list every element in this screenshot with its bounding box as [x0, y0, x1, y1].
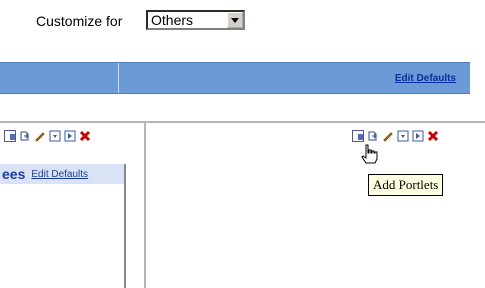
layout-header-bar: Edit Defaults [0, 62, 470, 94]
add-portlets-icon[interactable] [352, 130, 364, 142]
right-portlet-toolbar [352, 130, 439, 142]
left-portlet-toolbar [4, 130, 91, 142]
section-separator [0, 121, 485, 123]
add-portlets-tooltip: Add Portlets [368, 174, 444, 196]
add-portlets-icon[interactable] [4, 130, 16, 142]
edit-defaults-link[interactable]: Edit Defaults [395, 73, 456, 84]
left-portlet-border [124, 164, 126, 288]
minimize-icon[interactable] [397, 130, 409, 142]
column-divider [144, 123, 146, 288]
customize-selected-value: Others [151, 12, 194, 28]
left-portlet-title-bar: ees Edit Defaults [0, 164, 124, 184]
dropdown-arrow-icon[interactable] [227, 12, 243, 28]
left-portlet-title: ees [2, 166, 26, 182]
move-icon[interactable] [19, 130, 31, 142]
left-portlet-edit-defaults-link[interactable]: Edit Defaults [25, 169, 88, 180]
close-icon[interactable] [427, 130, 439, 142]
edit-pencil-icon[interactable] [382, 130, 394, 142]
close-icon[interactable] [79, 130, 91, 142]
customize-label: Customize for [36, 13, 123, 29]
move-icon[interactable] [367, 130, 379, 142]
header-divider [118, 63, 119, 93]
minimize-icon[interactable] [49, 130, 61, 142]
hand-pointer-cursor-icon [360, 143, 380, 170]
maximize-icon[interactable] [412, 130, 424, 142]
maximize-icon[interactable] [64, 130, 76, 142]
edit-pencil-icon[interactable] [34, 130, 46, 142]
customize-for-select[interactable]: Others [146, 10, 245, 30]
